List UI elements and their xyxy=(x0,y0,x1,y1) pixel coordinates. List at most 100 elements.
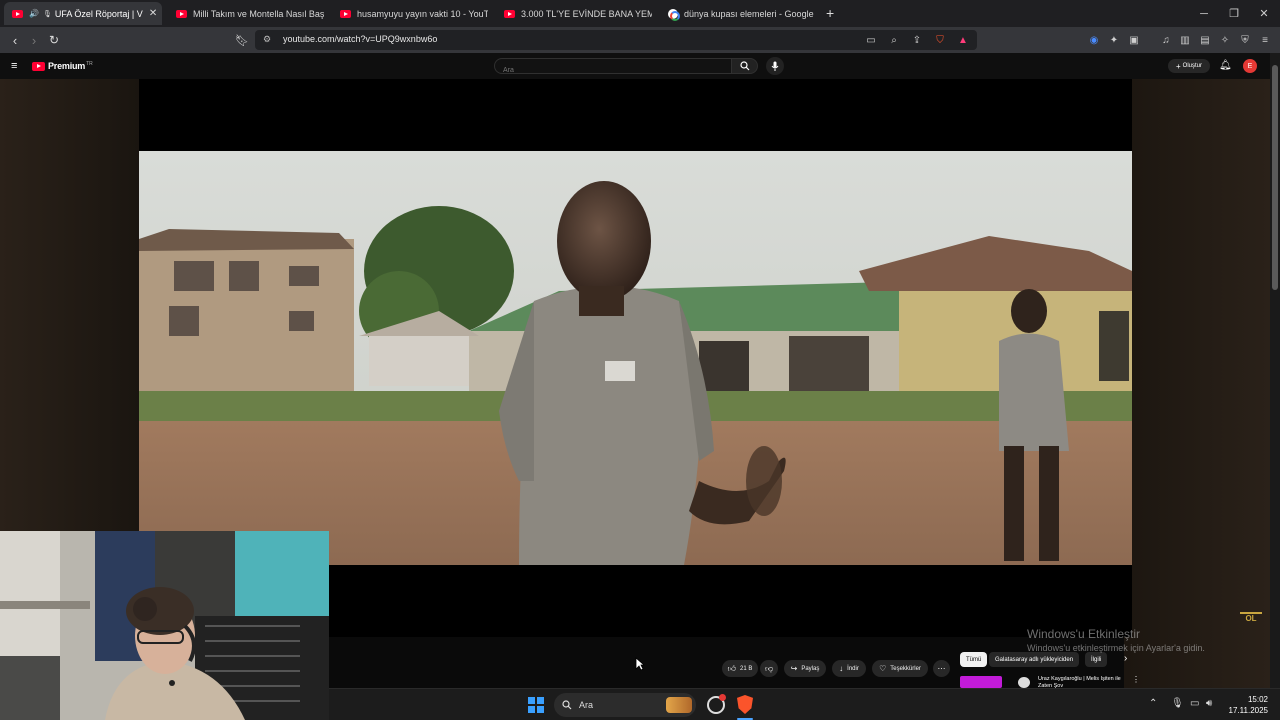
share-icon[interactable]: ⇪ xyxy=(910,33,924,47)
related-more-icon[interactable]: ⋮ xyxy=(1132,675,1140,684)
tab-title: husamyuyu yayın vakti 10 - YouTube xyxy=(357,8,488,19)
search-highlight-icon xyxy=(666,697,692,713)
menu-icon[interactable]: ≡ xyxy=(1258,33,1272,47)
wallet-icon[interactable]: ▤ xyxy=(1198,33,1212,47)
tab[interactable]: husamyuyu yayın vakti 10 - YouTube xyxy=(332,2,488,25)
share-button[interactable]: ↪ Paylaş xyxy=(784,660,826,677)
search-icon xyxy=(562,700,572,710)
video-frame[interactable] xyxy=(139,151,1132,565)
tray-chevron-up-icon[interactable]: ⌃ xyxy=(1149,698,1157,709)
tab-title: 3.000 TL'YE EVİNDE BANA YEMEK YA xyxy=(521,8,652,19)
brave-browser-icon[interactable] xyxy=(737,695,753,714)
search-box[interactable] xyxy=(494,58,732,74)
dislike-button[interactable]: 👎︎ xyxy=(760,660,778,677)
browser-toolbar: ‹ › ↻ 🔖︎ ⚙︎ youtube.com/watch?v=UPQ9wxnb… xyxy=(0,27,1280,53)
webcam-feed xyxy=(0,531,329,720)
chip-next-icon[interactable]: › xyxy=(1124,653,1127,664)
obs-app-icon[interactable] xyxy=(707,694,726,714)
taskbar-search-label: Ara xyxy=(579,700,594,710)
scrollbar-thumb[interactable] xyxy=(1272,65,1278,290)
chip-channel[interactable]: Galatasaray adlı yükleyiciden xyxy=(989,652,1080,667)
brave-shields-icon[interactable]: ⛉ xyxy=(933,33,947,47)
chip-related[interactable]: İlgili xyxy=(1085,652,1108,667)
zoom-icon[interactable]: ⌕ xyxy=(887,33,901,47)
notification-dot xyxy=(719,694,726,701)
restore-icon[interactable]: ❐ xyxy=(1219,0,1249,27)
plus-icon: + xyxy=(1175,61,1181,71)
tab-title: dünya kupası elemeleri - Google'da A xyxy=(684,8,814,19)
tab[interactable]: 3.000 TL'YE EVİNDE BANA YEMEK YA xyxy=(496,2,652,25)
video-frame-image xyxy=(139,151,1132,565)
avatar[interactable]: E xyxy=(1243,59,1257,73)
chip-all[interactable]: Tümü xyxy=(960,652,988,667)
page-scrollbar[interactable] xyxy=(1270,53,1280,694)
forward-icon[interactable]: › xyxy=(26,32,42,48)
share-label: Paylaş xyxy=(801,665,820,672)
close-tab-icon[interactable]: ✕ xyxy=(149,8,157,19)
windows-start-icon[interactable] xyxy=(528,697,544,713)
voice-search-button[interactable] xyxy=(766,57,784,75)
google-icon xyxy=(668,8,680,21)
notifications-bell-icon[interactable]: 🔔︎ xyxy=(1219,60,1232,71)
search-icon xyxy=(739,61,749,71)
tray-mic-icon[interactable]: 🎙︎ xyxy=(1171,698,1184,709)
taskbar-clock[interactable]: 15:02 17.11.2025 xyxy=(1229,694,1268,716)
close-window-icon[interactable]: ✕ xyxy=(1249,0,1279,27)
clock-date: 17.11.2025 xyxy=(1228,706,1268,715)
activation-watermark-subtitle: Windows'u etkinleştirmek için Ayarlar'a … xyxy=(1027,643,1205,653)
sidebar-icon[interactable]: ▥ xyxy=(1178,33,1192,47)
channel-badge: OL xyxy=(1240,612,1262,626)
search-button[interactable] xyxy=(732,58,758,74)
logo-region: TR xyxy=(86,61,93,67)
extensions-icon[interactable]: ✦ xyxy=(1107,33,1121,47)
thumbs-down-icon: 👎︎ xyxy=(764,663,774,673)
more-horizontal-icon: ⋯ xyxy=(937,664,946,673)
site-info-icon[interactable]: ⚙︎ xyxy=(263,34,271,45)
related-video-title[interactable]: Uraz Kaygılaroğlu | Melis İşiten ile Zat… xyxy=(1038,676,1130,688)
activation-watermark-title: Windows'u Etkinleştir xyxy=(1027,627,1140,641)
tab-title: UFA Özel Röportaj | Vict xyxy=(54,8,143,19)
hamburger-menu-icon[interactable]: ≡ xyxy=(11,60,17,72)
create-label: Oluştur xyxy=(1182,63,1202,69)
youtube-icon xyxy=(504,9,515,18)
tray-volume-icon[interactable]: 🔊︎ xyxy=(1206,698,1212,709)
related-thumbnail[interactable] xyxy=(960,676,1002,688)
youtube-header: ≡ Premium TR + Oluştur 🔔︎ E xyxy=(0,53,1280,79)
vpn-icon[interactable]: ⛨ xyxy=(1238,33,1252,47)
new-tab-icon[interactable]: + xyxy=(826,5,834,21)
download-button[interactable]: ↓ İndir xyxy=(832,660,866,677)
screenshot-icon[interactable]: ▣ xyxy=(1127,33,1141,47)
youtube-icon xyxy=(340,9,351,18)
tab[interactable]: Milli Takım ve Montella Nasıl Başardı xyxy=(168,2,324,25)
audio-icon[interactable]: 🔊 xyxy=(29,9,39,18)
tab-title: Milli Takım ve Montella Nasıl Başardı xyxy=(193,8,324,19)
related-channel-avatar[interactable] xyxy=(1018,677,1030,688)
mic-icon: 🎙 xyxy=(42,10,52,18)
tray-network-icon[interactable]: ▭ xyxy=(1190,698,1199,709)
youtube-logo[interactable]: Premium TR xyxy=(32,61,93,71)
create-button[interactable]: + Oluştur xyxy=(1168,59,1210,73)
share-arrow-icon: ↪ xyxy=(790,664,798,673)
thanks-button[interactable]: ♡ Teşekkürler xyxy=(872,660,928,677)
search-input[interactable] xyxy=(503,67,723,74)
minimize-icon[interactable]: ─ xyxy=(1189,0,1219,27)
tab-active[interactable]: 🔊 🎙 UFA Özel Röportaj | Vict ✕ xyxy=(4,2,162,25)
super-thanks-icon: ♡ xyxy=(879,664,887,673)
microphone-icon xyxy=(771,61,779,71)
address-bar[interactable]: ⚙︎ youtube.com/watch?v=UPQ9wxnbw6o ▭ ⌕ ⇪… xyxy=(255,30,977,50)
media-icon[interactable]: ♫ xyxy=(1159,33,1173,47)
bookmark-icon[interactable]: 🔖︎ xyxy=(234,32,250,48)
brave-rewards-icon[interactable]: ▲ xyxy=(956,33,970,47)
webcam-overlay xyxy=(0,531,329,720)
url-text: youtube.com/watch?v=UPQ9wxnbw6o xyxy=(283,34,438,44)
browser-tab-strip: 🔊 🎙 UFA Özel Röportaj | Vict ✕ Milli Tak… xyxy=(0,0,1280,27)
more-actions-button[interactable]: ⋯ xyxy=(933,660,950,677)
back-icon[interactable]: ‹ xyxy=(7,32,23,48)
reload-icon[interactable]: ↻ xyxy=(46,32,62,48)
leo-ai-icon[interactable]: ✧ xyxy=(1218,33,1232,47)
like-button[interactable]: 👍︎ 21 B xyxy=(722,660,758,677)
taskbar-search[interactable]: Ara xyxy=(554,693,696,717)
tab[interactable]: dünya kupası elemeleri - Google'da A xyxy=(660,2,816,25)
speech-icon[interactable]: ◉ xyxy=(1087,33,1101,47)
cast-icon[interactable]: ▭ xyxy=(864,33,878,47)
